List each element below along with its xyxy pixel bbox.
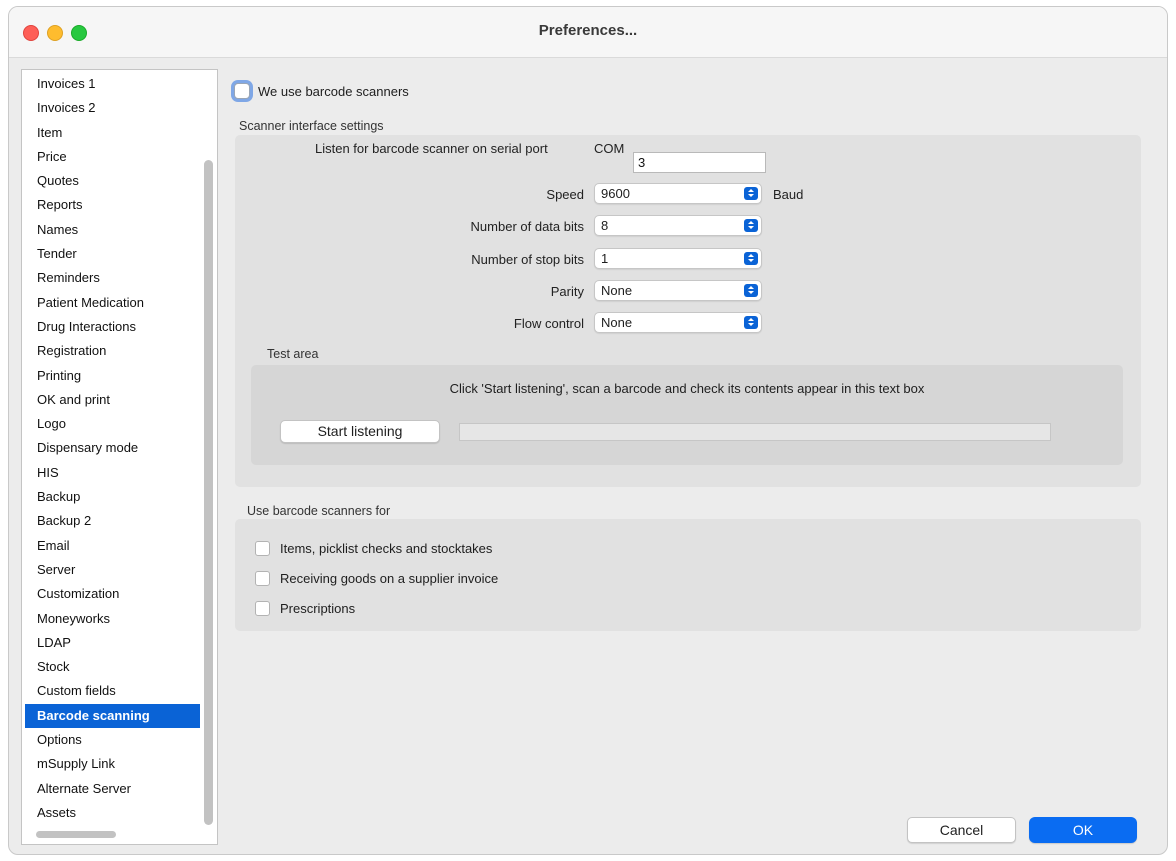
sidebar-item-patient-medication[interactable]: Patient Medication: [25, 291, 200, 315]
scanner-settings-heading: Scanner interface settings: [239, 119, 384, 133]
data-bits-value: 8: [601, 218, 609, 233]
flow-control-select-arrow-icon: [744, 316, 758, 329]
stop-bits-select-arrow-icon: [744, 252, 758, 265]
title-bar: Preferences...: [9, 7, 1167, 58]
window-title: Preferences...: [538, 22, 638, 39]
use-barcode-scanners-checkbox[interactable]: We use barcode scanners: [234, 80, 409, 102]
sidebar-item-backup[interactable]: Backup: [25, 485, 200, 509]
barcode-test-field[interactable]: [459, 423, 1051, 441]
sidebar-item-drug-interactions[interactable]: Drug Interactions: [25, 315, 200, 339]
sidebar-item-dispensary-mode[interactable]: Dispensary mode: [25, 436, 200, 460]
use-for-panel: Items, picklist checks and stocktakes Re…: [235, 519, 1141, 631]
sidebar-item-assets[interactable]: Assets: [25, 801, 200, 825]
sidebar-item-reminders[interactable]: Reminders: [25, 266, 200, 290]
parity-select-arrow-icon: [744, 284, 758, 297]
parity-label: Parity: [550, 284, 584, 299]
stop-bits-label: Number of stop bits: [471, 252, 584, 267]
speed-select-arrow-icon: [744, 187, 758, 200]
sidebar-item-custom-fields[interactable]: Custom fields: [25, 679, 200, 703]
serial-port-label: Listen for barcode scanner on serial por…: [315, 141, 548, 156]
test-area-hint: Click 'Start listening', scan a barcode …: [449, 381, 925, 396]
serial-port-prefix: COM: [594, 141, 625, 156]
sidebar-item-backup-2[interactable]: Backup 2: [25, 509, 200, 533]
sidebar-item-registration[interactable]: Registration: [25, 339, 200, 363]
sidebar-item-his[interactable]: HIS: [25, 461, 200, 485]
sidebar-item-quotes[interactable]: Quotes: [25, 169, 200, 193]
use-for-prescriptions-checkbox[interactable]: Prescriptions: [255, 601, 355, 616]
speed-select[interactable]: 9600: [594, 183, 762, 204]
sidebar-item-reports[interactable]: Reports: [25, 193, 200, 217]
cancel-button[interactable]: Cancel: [907, 817, 1016, 843]
sidebar-item-ldap[interactable]: LDAP: [25, 631, 200, 655]
start-listening-button[interactable]: Start listening: [280, 420, 440, 443]
sidebar-horizontal-scrollbar[interactable]: [36, 831, 116, 838]
use-for-receiving-label: Receiving goods on a supplier invoice: [280, 571, 499, 586]
use-barcode-scanners-checkbox-box[interactable]: [234, 83, 250, 99]
sidebar-item-alternate-server[interactable]: Alternate Server: [25, 777, 200, 801]
sidebar-item-names[interactable]: Names: [25, 218, 200, 242]
flow-control-select[interactable]: None: [594, 312, 762, 333]
sidebar-item-barcode-scanning[interactable]: Barcode scanning: [25, 703, 200, 729]
sidebar-item-price[interactable]: Price: [25, 145, 200, 169]
data-bits-label: Number of data bits: [470, 219, 584, 234]
speed-unit: Baud: [773, 187, 804, 202]
data-bits-select-arrow-icon: [744, 219, 758, 232]
sidebar-item-email[interactable]: Email: [25, 534, 200, 558]
use-for-items-checkbox[interactable]: Items, picklist checks and stocktakes: [255, 541, 492, 556]
use-for-items-checkbox-box[interactable]: [255, 541, 270, 556]
test-area-heading: Test area: [267, 347, 319, 361]
scanner-settings-panel: Listen for barcode scanner on serial por…: [235, 135, 1141, 487]
test-area-panel: Click 'Start listening', scan a barcode …: [251, 365, 1123, 465]
use-for-prescriptions-label: Prescriptions: [280, 601, 356, 616]
speed-label: Speed: [546, 187, 584, 202]
sidebar-item-msupply-link[interactable]: mSupply Link: [25, 752, 200, 776]
use-barcode-scanners-label: We use barcode scanners: [258, 83, 409, 99]
sidebar-item-server[interactable]: Server: [25, 558, 200, 582]
sidebar-item-moneyworks[interactable]: Moneyworks: [25, 607, 200, 631]
sidebar-item-tender[interactable]: Tender: [25, 242, 200, 266]
sidebar-vertical-scrollbar[interactable]: [204, 160, 213, 825]
stop-bits-select[interactable]: 1: [594, 248, 762, 269]
ok-button[interactable]: OK: [1029, 817, 1137, 843]
flow-control-label: Flow control: [513, 316, 584, 331]
preferences-window: Preferences... Invoices 1 Invoices 2 Item P…: [8, 6, 1168, 855]
stop-bits-value: 1: [601, 251, 609, 266]
use-for-receiving-checkbox[interactable]: Receiving goods on a supplier invoice: [255, 571, 498, 586]
sidebar-item-invoices-1[interactable]: Invoices 1: [25, 72, 200, 96]
use-for-prescriptions-checkbox-box[interactable]: [255, 601, 270, 616]
parity-select[interactable]: None: [594, 280, 762, 301]
flow-control-value: None: [601, 315, 633, 330]
sidebar-item-item[interactable]: Item: [25, 121, 200, 145]
sidebar-item-invoices-2[interactable]: Invoices 2: [25, 96, 200, 120]
use-for-receiving-checkbox-box[interactable]: [255, 571, 270, 586]
use-for-items-label: Items, picklist checks and stocktakes: [280, 541, 493, 556]
sidebar-item-printing[interactable]: Printing: [25, 364, 200, 388]
use-for-heading: Use barcode scanners for: [247, 504, 391, 518]
sidebar-item-ok-and-print[interactable]: OK and print: [25, 388, 200, 412]
sidebar-item-stock[interactable]: Stock: [25, 655, 200, 679]
serial-port-input[interactable]: [633, 152, 766, 173]
sidebar-item-logo[interactable]: Logo: [25, 412, 200, 436]
sidebar-item-customization[interactable]: Customization: [25, 582, 200, 606]
sidebar-list: Invoices 1 Invoices 2 Item Price Quotes Repor…: [25, 72, 200, 825]
data-bits-select[interactable]: 8: [594, 215, 762, 236]
preferences-sidebar: Invoices 1 Invoices 2 Item Price Quotes Repor…: [21, 69, 218, 845]
parity-value: None: [601, 283, 633, 298]
speed-value: 9600: [601, 186, 630, 201]
sidebar-item-options[interactable]: Options: [25, 728, 200, 752]
